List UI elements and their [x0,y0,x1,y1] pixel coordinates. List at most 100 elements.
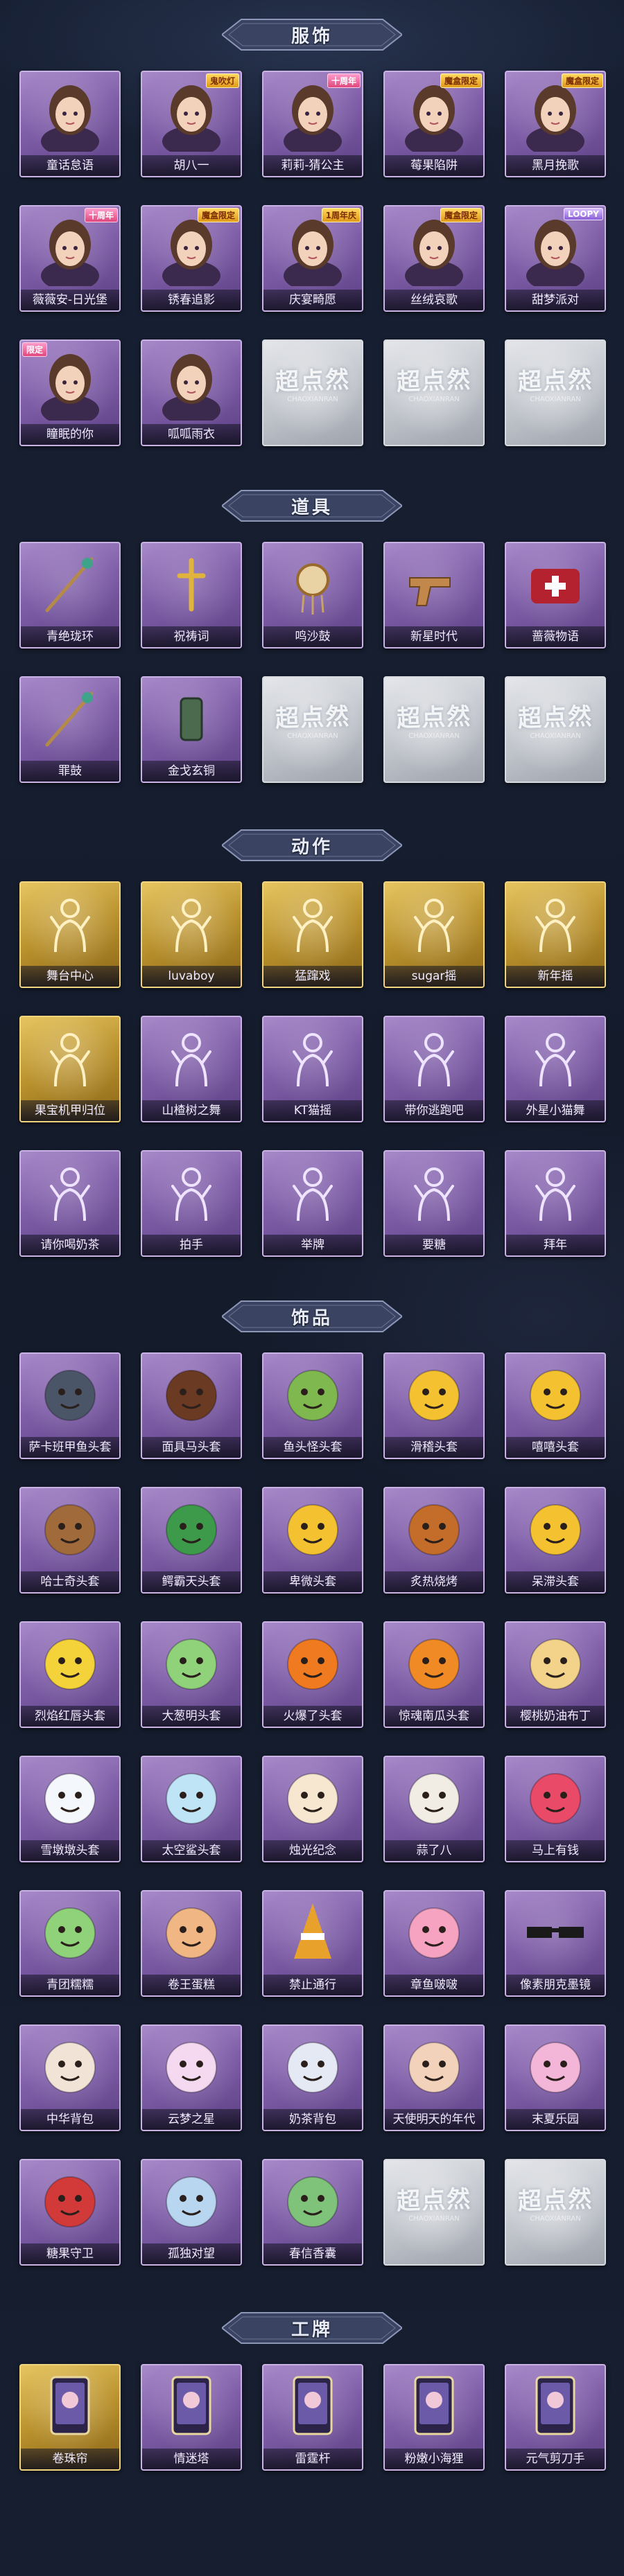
item-card[interactable]: 情迷塔 [141,2364,242,2471]
item-card[interactable]: 樱桃奶油布丁 [505,1621,606,1728]
item-card[interactable]: 拜年 [505,1150,606,1257]
section-title-text: 工牌 [291,2319,333,2340]
item-card[interactable]: 青团糯糯 [19,1890,121,1997]
item-card[interactable]: 孤独对望 [141,2159,242,2266]
item-card[interactable]: 外星小猫舞 [505,1016,606,1122]
item-card[interactable]: 云梦之星 [141,2024,242,2131]
item-card[interactable]: 举牌 [262,1150,363,1257]
item-card[interactable]: 元气剪刀手 [505,2364,606,2471]
item-card[interactable]: 童话怠语 [19,71,121,177]
item-card[interactable]: 魔盒限定 莓果陷阱 [383,71,485,177]
locked-item-card[interactable]: 超点然 CHAOXIANRAN [262,676,363,783]
item-card[interactable]: 奶茶背包 [262,2024,363,2131]
item-label: 樱桃奶油布丁 [506,1706,605,1727]
item-card[interactable]: 烛光纪念 [262,1756,363,1862]
item-card[interactable]: 魔盒限定 丝绒哀歌 [383,205,485,312]
locked-item-card[interactable]: 超点然 CHAOXIANRAN [383,2159,485,2266]
locked-item-card[interactable]: 超点然 CHAOXIANRAN [505,676,606,783]
item-card[interactable]: 滑稽头套 [383,1352,485,1459]
item-label: 像素朋克墨镜 [506,1975,605,1995]
item-card[interactable]: 雷霆杆 [262,2364,363,2471]
item-card[interactable]: sugar摇 [383,881,485,988]
item-card[interactable]: KT猫摇 [262,1016,363,1122]
item-card[interactable]: 卷珠帘 [19,2364,121,2471]
item-card[interactable]: 火爆了头套 [262,1621,363,1728]
item-card[interactable]: 鬼吹灯 胡八一 [141,71,242,177]
item-card[interactable]: 像素朋克墨镜 [505,1890,606,1997]
item-card[interactable]: 章鱼啵啵 [383,1890,485,1997]
item-card[interactable]: 十周年 莉莉-猜公主 [262,71,363,177]
item-card[interactable]: 新年摇 [505,881,606,988]
item-card[interactable]: 罪鼓 [19,676,121,783]
item-card[interactable]: 糖果守卫 [19,2159,121,2266]
item-card[interactable]: 鸣沙鼓 [262,542,363,649]
item-card[interactable]: 祝祷词 [141,542,242,649]
item-label: KT猫摇 [263,1100,362,1121]
item-card[interactable]: 呱呱雨衣 [141,339,242,446]
item-card[interactable]: 魔盒限定 黑月挽歌 [505,71,606,177]
item-card[interactable]: 马上有钱 [505,1756,606,1862]
item-card[interactable]: 蒜了八 [383,1756,485,1862]
item-card[interactable]: 炙热烧烤 [383,1487,485,1594]
item-card[interactable]: 雪墩墩头套 [19,1756,121,1862]
item-card[interactable]: 魔盒限定 锈春追影 [141,205,242,312]
placeholder-subtext: CHAOXIANRAN [530,2215,581,2223]
item-card[interactable]: 粉嫩小海狸 [383,2364,485,2471]
octopus-icon [385,1891,483,1975]
item-card[interactable]: 要糖 [383,1150,485,1257]
item-card[interactable]: 舞台中心 [19,881,121,988]
placeholder-watermark: 超点然 [396,2185,472,2216]
item-card[interactable]: luvaboy [141,881,242,988]
item-label: 舞台中心 [21,966,119,987]
item-card[interactable]: 面具马头套 [141,1352,242,1459]
item-card[interactable]: 果宝机甲归位 [19,1016,121,1122]
item-label: 春信香囊 [263,2243,362,2264]
item-card[interactable]: 萨卡班甲鱼头套 [19,1352,121,1459]
locked-item-card[interactable]: 超点然 CHAOXIANRAN [505,339,606,446]
item-label: 萨卡班甲鱼头套 [21,1437,119,1458]
item-card[interactable]: 金戈玄铜 [141,676,242,783]
item-card[interactable]: 十周年 薇薇安-日光堡 [19,205,121,312]
item-card[interactable]: 烈焰红唇头套 [19,1621,121,1728]
item-card[interactable]: 大葱明头套 [141,1621,242,1728]
item-card[interactable]: LOOPY 甜梦派对 [505,205,606,312]
locked-item-card[interactable]: 超点然 CHAOXIANRAN [383,339,485,446]
fish-head-icon [21,1354,119,1437]
locked-item-card[interactable]: 超点然 CHAOXIANRAN [262,339,363,446]
item-label: 鱼头怪头套 [263,1437,362,1458]
placeholder-subtext: CHAOXIANRAN [408,732,460,740]
stare-face-icon [506,1488,605,1571]
item-card[interactable]: 山楂树之舞 [141,1016,242,1122]
item-card[interactable]: 1周年庆 庆宴畸愿 [262,205,363,312]
item-card[interactable]: 限定 瞳眠的你 [19,339,121,446]
item-card[interactable]: 惊魂南瓜头套 [383,1621,485,1728]
item-card[interactable]: 鱼头怪头套 [262,1352,363,1459]
item-card[interactable]: 嘻嘻头套 [505,1352,606,1459]
item-card[interactable]: 天使明天的年代 [383,2024,485,2131]
item-card[interactable]: 鳄霸天头套 [141,1487,242,1594]
item-card[interactable]: 末夏乐园 [505,2024,606,2131]
pixel-glasses-icon [506,1891,605,1975]
placeholder-art: 超点然 CHAOXIANRAN [385,2160,483,2243]
item-card[interactable]: 呆滞头套 [505,1487,606,1594]
item-card[interactable]: 拍手 [141,1150,242,1257]
item-label: 情迷塔 [142,2449,241,2469]
item-card[interactable]: 蔷薇物语 [505,542,606,649]
locked-item-card[interactable]: 超点然 CHAOXIANRAN [383,676,485,783]
item-label: 甜梦派对 [506,290,605,310]
item-card[interactable]: 新星时代 [383,542,485,649]
item-card[interactable]: 中华背包 [19,2024,121,2131]
locked-item-card[interactable]: 超点然 CHAOXIANRAN [505,2159,606,2266]
item-card[interactable]: 卑微头套 [262,1487,363,1594]
item-card[interactable]: 猛蹿戏 [262,881,363,988]
placeholder-art: 超点然 CHAOXIANRAN [385,678,483,761]
item-card[interactable]: 春信香囊 [262,2159,363,2266]
horse-head-icon [142,1354,241,1437]
item-card[interactable]: 带你逃跑吧 [383,1016,485,1122]
item-card[interactable]: 禁止通行 [262,1890,363,1997]
item-card[interactable]: 哈士奇头套 [19,1487,121,1594]
item-card[interactable]: 青绝珑环 [19,542,121,649]
item-card[interactable]: 请你喝奶茶 [19,1150,121,1257]
item-card[interactable]: 卷王蛋糕 [141,1890,242,1997]
item-card[interactable]: 太空鲨头套 [141,1756,242,1862]
